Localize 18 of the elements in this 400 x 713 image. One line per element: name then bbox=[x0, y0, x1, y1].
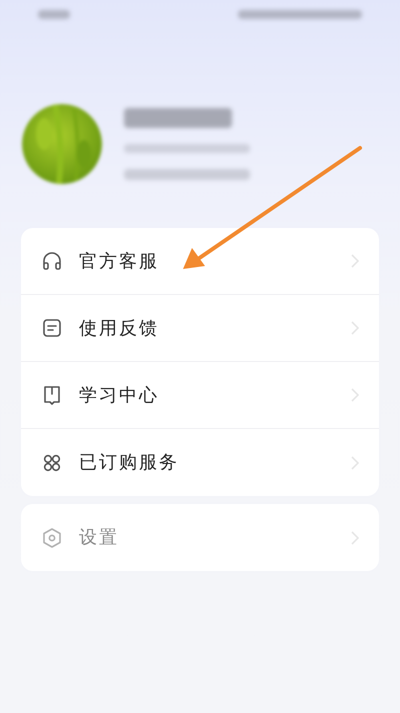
chevron-icon bbox=[351, 321, 359, 335]
chevron-icon bbox=[351, 530, 359, 544]
menu-item[interactable]: 使用反馈 bbox=[21, 295, 379, 362]
status-time-blur bbox=[38, 10, 70, 18]
menu-item[interactable]: 已订购服务 bbox=[21, 429, 379, 496]
chevron-icon bbox=[351, 254, 359, 268]
chevron-icon bbox=[351, 388, 359, 402]
menu-label: 使用反馈 bbox=[79, 316, 160, 340]
headset-icon bbox=[41, 250, 63, 272]
settings-icon bbox=[41, 526, 63, 548]
note-icon bbox=[41, 317, 63, 339]
menu-item[interactable]: 学习中心 bbox=[21, 362, 379, 429]
menu-label: 学习中心 bbox=[79, 384, 160, 408]
menu-label: 已订购服务 bbox=[79, 451, 180, 475]
menu-label: 官方客服 bbox=[79, 250, 160, 274]
chevron-icon bbox=[351, 456, 359, 470]
book-icon bbox=[41, 384, 63, 406]
menu-label: 设置 bbox=[79, 526, 120, 550]
